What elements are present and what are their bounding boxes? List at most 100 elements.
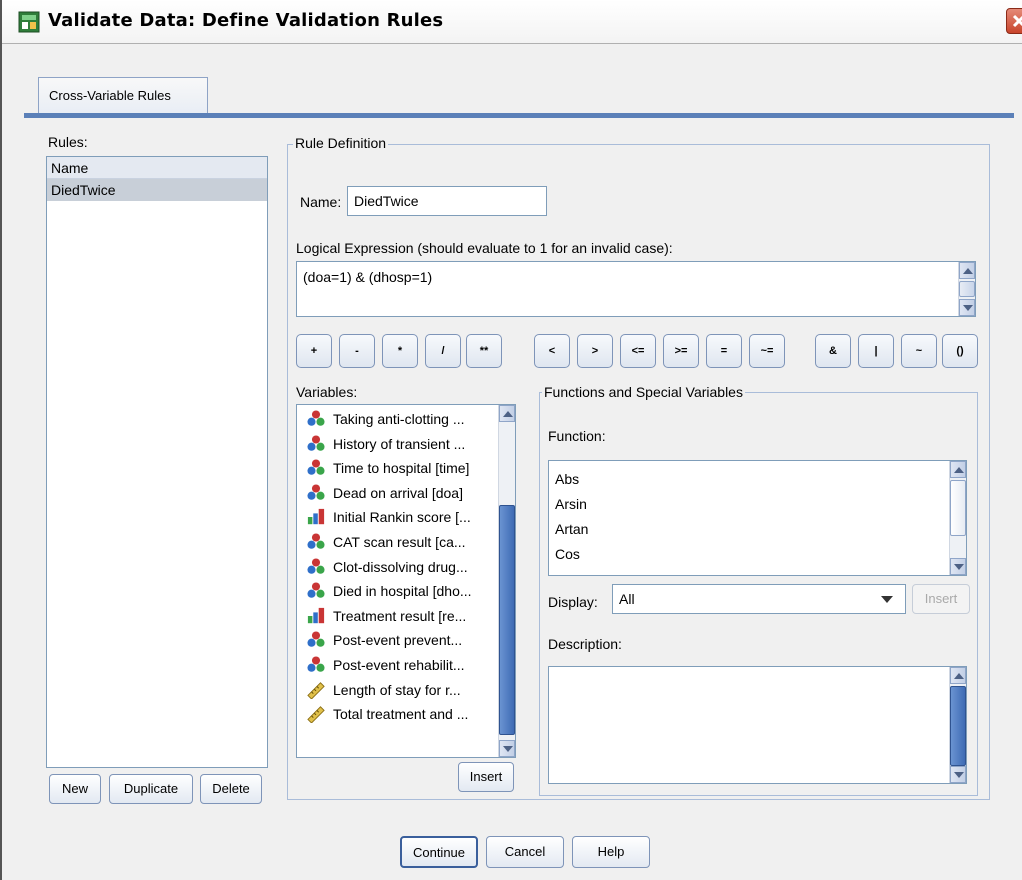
expression-scrollbar[interactable] [958,262,975,316]
op-not-equal-button[interactable]: ~= [749,334,785,368]
variable-item[interactable]: Clot-dissolving drug... [297,555,497,580]
variable-label: Clot-dissolving drug... [333,558,468,575]
cancel-button[interactable]: Cancel [486,836,564,868]
variable-label: Died in hospital [dho... [333,583,472,600]
scroll-up-arrow[interactable] [959,262,975,279]
op-multiply-button[interactable]: * [382,334,418,368]
rules-list[interactable]: Name DiedTwice [46,156,268,768]
variable-label: History of transient ... [333,435,466,452]
variable-label: Treatment result [re... [333,607,467,624]
variable-label: Total treatment and ... [333,706,469,723]
window-title: Validate Data: Define Validation Rules [48,10,444,31]
variable-label: Post-event rehabilit... [333,656,465,673]
rule-item-diedtwice[interactable]: DiedTwice [47,179,267,201]
function-item-abs[interactable]: Abs [549,467,949,492]
op-plus-button[interactable]: + [296,334,332,368]
display-label: Display: [548,594,598,610]
op-and-button[interactable]: & [815,334,851,368]
variable-item[interactable]: Died in hospital [dho... [297,579,497,604]
op-greater-than-button[interactable]: > [577,334,613,368]
op-or-button[interactable]: | [858,334,894,368]
variable-label: Initial Rankin score [... [333,509,471,526]
logical-expression-input[interactable]: (doa=1) & (dhosp=1) [296,261,976,317]
rule-name-input[interactable]: DiedTwice [347,186,547,216]
nominal-icon [307,631,325,648]
tab-cross-variable-rules[interactable]: Cross-Variable Rules [38,77,208,115]
description-box [548,666,967,784]
variables-insert-button[interactable]: Insert [458,762,514,792]
variable-item[interactable]: Time to hospital [time] [297,456,497,481]
variable-item[interactable]: Post-event rehabilit... [297,653,497,678]
function-item-artan[interactable]: Artan [549,517,949,542]
variable-item[interactable]: Dead on arrival [doa] [297,481,497,506]
nominal-icon [307,558,325,574]
new-button[interactable]: New [49,774,101,804]
close-button[interactable] [1006,8,1022,34]
title-bar[interactable]: Validate Data: Define Validation Rules [2,0,1022,44]
scroll-thumb[interactable] [499,505,515,735]
op-less-than-button[interactable]: < [534,334,570,368]
scroll-down-arrow[interactable] [950,558,966,575]
op-not-button[interactable]: ~ [901,334,937,368]
nominal-icon [307,582,325,598]
scroll-down-arrow[interactable] [950,766,966,783]
variable-item[interactable]: History of transient ... [297,432,497,457]
nominal-icon [307,459,325,475]
scroll-up-arrow[interactable] [950,461,966,478]
variable-item[interactable]: Taking anti-clotting ... [297,407,497,432]
functions-insert-button[interactable]: Insert [912,584,970,614]
variable-item[interactable]: Treatment result [re... [297,604,497,629]
op-greater-equal-button[interactable]: >= [663,334,699,368]
function-item-cos[interactable]: Cos [549,542,949,567]
op-divide-button[interactable]: / [425,334,461,368]
variables-rows: Taking anti-clotting ... History of trans… [297,407,497,727]
function-scrollbar[interactable] [949,461,966,575]
rule-item-name[interactable]: Name [47,157,267,179]
op-parentheses-button[interactable]: () [942,334,978,368]
op-equal-button[interactable]: = [706,334,742,368]
help-button[interactable]: Help [572,836,650,868]
dialog-window: Validate Data: Define Validation Rules C… [0,0,1022,880]
nominal-icon [307,484,325,500]
scale-icon [307,706,325,724]
variable-label: Time to hospital [time] [333,460,470,477]
tab-strip-divider [24,113,1014,118]
duplicate-button[interactable]: Duplicate [109,774,193,804]
scroll-up-arrow[interactable] [950,667,966,684]
op-power-button[interactable]: ** [466,334,502,368]
variables-scrollbar[interactable] [498,405,515,757]
variable-item[interactable]: CAT scan result [ca... [297,530,497,555]
display-value: All [619,591,635,607]
variable-label: Taking anti-clotting ... [333,411,465,427]
delete-button[interactable]: Delete [200,774,262,804]
scroll-thumb[interactable] [959,281,975,297]
op-minus-button[interactable]: - [339,334,375,368]
variable-item[interactable]: Initial Rankin score [... [297,505,497,530]
nominal-icon [307,410,325,426]
scroll-thumb[interactable] [950,686,966,766]
chevron-down-icon [881,596,893,603]
display-select[interactable]: All [612,584,906,614]
op-less-equal-button[interactable]: <= [620,334,656,368]
scroll-thumb[interactable] [950,480,966,536]
function-list[interactable]: Abs Arsin Artan Cos [548,460,967,576]
variable-label: Dead on arrival [doa] [333,484,463,501]
variable-item[interactable]: Length of stay for r... [297,678,497,703]
variable-item[interactable]: Post-event prevent... [297,628,497,653]
scroll-down-arrow[interactable] [959,299,975,316]
variables-list[interactable]: Taking anti-clotting ... History of trans… [296,404,516,758]
nominal-icon [307,656,325,672]
continue-button[interactable]: Continue [400,836,478,868]
close-icon [1012,14,1022,28]
scroll-down-arrow[interactable] [499,740,515,757]
nominal-icon [307,533,325,549]
description-scrollbar[interactable] [949,667,966,783]
function-item-arsin[interactable]: Arsin [549,492,949,517]
ordinal-icon [307,509,325,525]
scroll-up-arrow[interactable] [499,405,515,422]
rule-definition-title: Rule Definition [293,135,389,151]
variable-item[interactable]: Total treatment and ... [297,702,497,727]
functions-group-title: Functions and Special Variables [542,384,745,400]
tab-label: Cross-Variable Rules [49,88,171,103]
nominal-icon [307,435,325,451]
